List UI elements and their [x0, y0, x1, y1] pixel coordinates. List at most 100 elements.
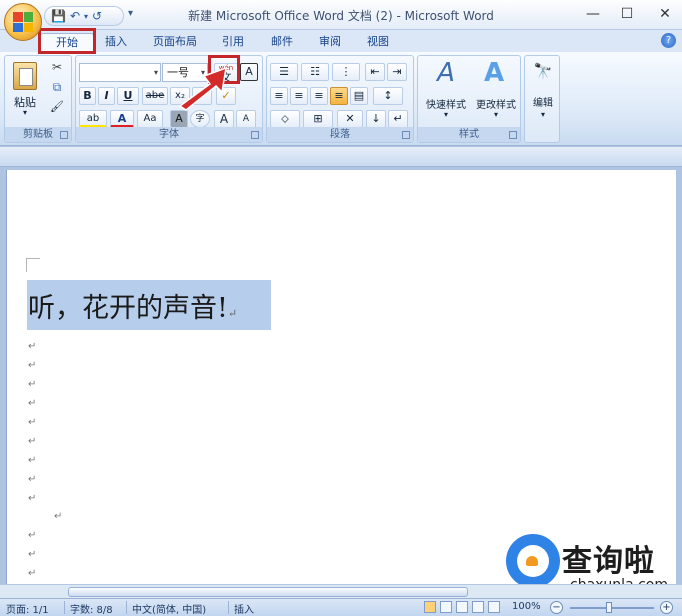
draft-view-button[interactable] — [488, 601, 500, 613]
font-name-combo[interactable]: ▾ — [79, 63, 161, 82]
document-text[interactable]: 听，花开的声音!↵ — [28, 286, 237, 325]
ribbon: 粘贴 ▾ ✂ ⧉ 🖌 剪贴板 ▾ 一号 ▾ wén 文 A B I U abe … — [0, 52, 682, 146]
distributed-button[interactable]: ▤ — [350, 87, 368, 105]
status-insert-mode[interactable]: 插入 — [234, 601, 254, 616]
align-center-button[interactable]: ≡ — [290, 87, 308, 105]
tab-mailings[interactable]: 邮件 — [264, 33, 300, 52]
bold-button[interactable]: B — [79, 87, 96, 105]
clipboard-launcher-icon[interactable] — [60, 131, 68, 139]
full-screen-reading-view-button[interactable] — [440, 601, 452, 613]
borders-button[interactable]: ⊞ — [303, 110, 333, 128]
italic-button[interactable]: I — [98, 87, 115, 105]
horizontal-ruler[interactable] — [0, 147, 682, 167]
change-styles-dropdown-icon[interactable]: ▾ — [486, 110, 506, 119]
paragraph-group-label: 段落 — [267, 127, 413, 142]
quick-styles-button[interactable]: 快速样式 — [420, 96, 472, 111]
paragraph-mark: ↵ — [28, 360, 37, 371]
font-name-dropdown-icon: ▾ — [153, 68, 158, 77]
maximize-button[interactable]: ☐ — [616, 4, 638, 24]
horizontal-scroll-thumb[interactable] — [68, 587, 468, 597]
change-case-button[interactable]: Aa — [137, 110, 163, 128]
paragraph-mark: ↵ — [28, 436, 37, 447]
tab-view[interactable]: 视图 — [360, 33, 396, 52]
justify-button[interactable]: ≡ — [330, 87, 348, 105]
paragraph-mark: ↵ — [28, 379, 37, 390]
status-separator — [228, 601, 229, 614]
quick-styles-icon[interactable]: A — [426, 58, 466, 88]
print-layout-view-button[interactable] — [424, 601, 436, 613]
watermark-logo-dot — [526, 556, 538, 566]
zoom-level[interactable]: 100% — [512, 601, 541, 612]
sort-button[interactable]: ↓ — [366, 110, 386, 128]
tab-review[interactable]: 审阅 — [312, 33, 348, 52]
tab-references[interactable]: 引用 — [216, 33, 250, 52]
zoom-in-button[interactable]: + — [660, 601, 673, 614]
align-right-button[interactable]: ≡ — [310, 87, 328, 105]
strikethrough-button[interactable]: abe — [142, 87, 168, 105]
change-styles-icon[interactable]: A — [474, 58, 514, 88]
font-launcher-icon[interactable] — [251, 131, 259, 139]
chinese-layout-button[interactable]: ✕ — [337, 110, 363, 128]
office-button[interactable] — [4, 3, 42, 41]
horizontal-scrollbar[interactable] — [0, 584, 682, 598]
show-hide-marks-button[interactable]: ↵ — [388, 110, 408, 128]
quick-styles-dropdown-icon[interactable]: ▾ — [436, 110, 456, 119]
editing-group: 🔭 编辑 ▾ — [524, 55, 560, 143]
help-icon[interactable]: ? — [661, 33, 676, 48]
underline-button[interactable]: U — [117, 87, 139, 105]
multilevel-list-button[interactable]: ⋮ — [332, 63, 360, 81]
title-bar: 💾 ↶ ▾ ↺ ▾ 新建 Microsoft Office Word 文档 (2… — [0, 0, 682, 30]
selected-text[interactable]: 听，花开的声音! — [28, 293, 228, 324]
zoom-out-button[interactable]: − — [550, 601, 563, 614]
paragraph-mark: ↵ — [28, 568, 37, 579]
paragraph-mark: ↵ — [54, 511, 63, 522]
styles-group: A A 快速样式 更改样式 ▾ ▾ 样式 — [417, 55, 521, 143]
close-button[interactable]: ✕ — [654, 4, 676, 24]
window-title: 新建 Microsoft Office Word 文档 (2) - Micros… — [188, 9, 494, 23]
line-spacing-button[interactable]: ↕ — [373, 87, 403, 105]
paste-icon[interactable] — [13, 62, 37, 90]
zoom-slider[interactable] — [570, 607, 654, 609]
paragraph-mark: ↵ — [28, 398, 37, 409]
status-page[interactable]: 页面: 1/1 — [6, 601, 49, 616]
paragraph-mark: ↵ — [28, 341, 37, 352]
paragraph-group: ☰ ☷ ⋮ ⇤ ⇥ ≡ ≡ ≡ ≡ ▤ ↕ ⬦ ⊞ ✕ ↓ ↵ 段落 — [266, 55, 414, 143]
office-logo-icon — [13, 12, 33, 32]
tab-page-layout[interactable]: 页面布局 — [146, 33, 204, 52]
paste-dropdown-icon[interactable]: ▾ — [9, 108, 41, 117]
editing-button[interactable]: 编辑 — [527, 94, 559, 109]
grow-font-button[interactable]: A — [214, 110, 234, 128]
web-layout-view-button[interactable] — [456, 601, 468, 613]
decrease-indent-button[interactable]: ⇤ — [365, 63, 385, 81]
status-language[interactable]: 中文(简体, 中国) — [132, 601, 206, 616]
paragraph-end-mark: ↵ — [227, 307, 238, 320]
copy-icon[interactable]: ⧉ — [49, 80, 65, 95]
paragraph-mark: ↵ — [28, 493, 37, 504]
watermark-cn-text: 查询啦 — [562, 544, 655, 579]
find-icon[interactable]: 🔭 — [531, 62, 555, 80]
editing-dropdown-icon[interactable]: ▾ — [533, 110, 553, 119]
outline-view-button[interactable] — [472, 601, 484, 613]
status-bar: 页面: 1/1 字数: 8/8 中文(简体, 中国) 插入 100% − + — [0, 598, 682, 616]
character-shading-button[interactable]: A — [170, 110, 188, 128]
shading-button[interactable]: ⬦ — [270, 110, 300, 128]
minimize-button[interactable]: — — [582, 4, 604, 24]
status-word-count[interactable]: 字数: 8/8 — [70, 601, 113, 616]
document-page[interactable] — [6, 170, 676, 584]
increase-indent-button[interactable]: ⇥ — [387, 63, 407, 81]
bullets-button[interactable]: ☰ — [270, 63, 298, 81]
format-painter-icon[interactable]: 🖌 — [49, 100, 65, 113]
shrink-font-button[interactable]: A — [236, 110, 256, 128]
styles-launcher-icon[interactable] — [509, 131, 517, 139]
enclose-characters-button[interactable]: 字 — [190, 110, 210, 128]
numbering-button[interactable]: ☷ — [301, 63, 329, 81]
paragraph-launcher-icon[interactable] — [402, 131, 410, 139]
align-left-button[interactable]: ≡ — [270, 87, 288, 105]
highlight-button[interactable]: ab — [79, 110, 107, 128]
cut-icon[interactable]: ✂ — [49, 60, 65, 74]
change-styles-button[interactable]: 更改样式 — [470, 96, 522, 111]
zoom-slider-knob[interactable] — [606, 602, 612, 613]
home-tab-highlight — [38, 28, 96, 54]
tab-insert[interactable]: 插入 — [98, 33, 134, 52]
font-color-button[interactable]: A — [110, 110, 134, 128]
